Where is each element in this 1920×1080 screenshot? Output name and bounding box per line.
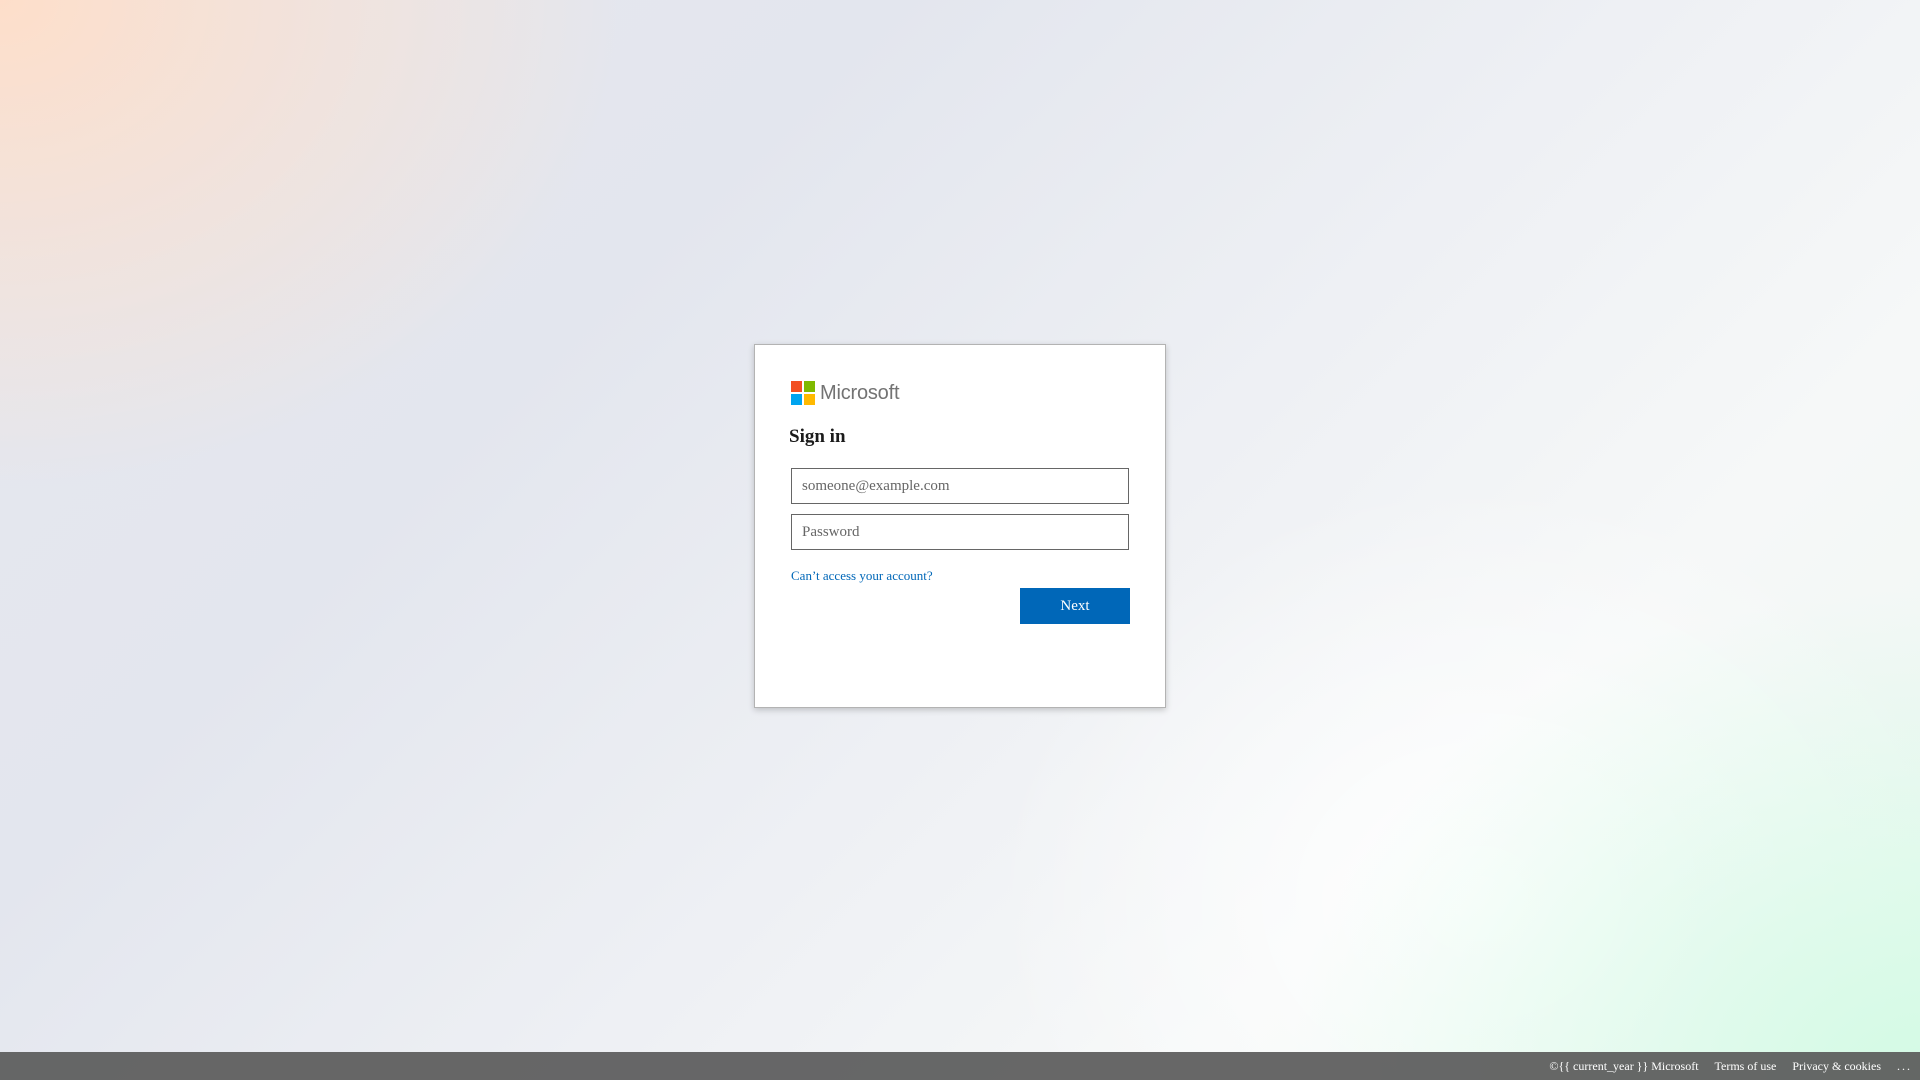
footer-copyright: ©{{ current_year }} Microsoft xyxy=(1549,1059,1699,1073)
microsoft-logo: Microsoft xyxy=(791,381,1129,405)
microsoft-logo-icon xyxy=(791,381,815,405)
logo-wordmark: Microsoft xyxy=(820,382,900,404)
email-input[interactable] xyxy=(791,468,1129,504)
footer-privacy-link[interactable]: Privacy & cookies xyxy=(1792,1052,1881,1080)
logo-red-square xyxy=(791,381,802,392)
more-options-icon[interactable]: ... xyxy=(1897,1052,1912,1080)
page-title: Sign in xyxy=(789,426,846,447)
button-row: Next xyxy=(791,588,1130,624)
cant-access-account-link[interactable]: Can’t access your account? xyxy=(791,568,933,584)
logo-blue-square xyxy=(791,394,802,405)
next-button[interactable]: Next xyxy=(1020,588,1130,624)
footer: ©{{ current_year }} Microsoft Terms of u… xyxy=(0,1052,1920,1080)
logo-green-square xyxy=(804,381,815,392)
password-input[interactable] xyxy=(791,514,1129,550)
footer-terms-link[interactable]: Terms of use xyxy=(1715,1052,1777,1080)
logo-yellow-square xyxy=(804,394,815,405)
sign-in-card: Microsoft Sign in Can’t access your acco… xyxy=(754,344,1166,708)
